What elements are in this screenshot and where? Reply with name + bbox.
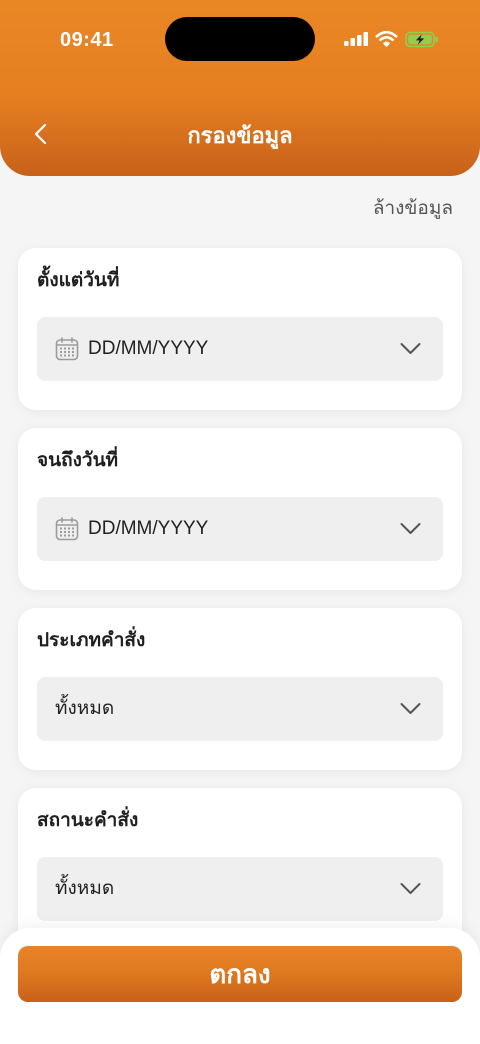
calendar-icon [55, 517, 79, 541]
chevron-down-icon [400, 703, 421, 714]
filter-card-order-status: สถานะคำสั่ง ทั้งหมด [18, 788, 462, 950]
calendar-icon [55, 337, 79, 361]
header: 09:41 กรองข้อมูล [0, 0, 480, 176]
end-date-field[interactable]: DD/MM/YYYY [37, 497, 443, 561]
cellular-signal-icon [344, 32, 368, 46]
status-time: 09:41 [60, 29, 114, 51]
order-type-label: ประเภทคำสั่ง [37, 630, 146, 651]
order-type-select[interactable]: ทั้งหมด [37, 677, 443, 741]
order-type-value: ทั้งหมด [55, 698, 115, 719]
start-date-field[interactable]: DD/MM/YYYY [37, 317, 443, 381]
wifi-icon [375, 30, 398, 47]
page-title: กรองข้อมูล [187, 123, 293, 148]
order-status-select[interactable]: ทั้งหมด [37, 857, 443, 921]
chevron-down-icon [400, 523, 421, 534]
order-status-label: สถานะคำสั่ง [37, 810, 139, 831]
clear-filters-button[interactable]: ล้างข้อมูล [373, 195, 453, 223]
chevron-down-icon [400, 343, 421, 354]
bottom-action-bar: ตกลง [0, 928, 480, 1044]
end-date-placeholder: DD/MM/YYYY [88, 518, 209, 539]
order-status-value: ทั้งหมด [55, 878, 115, 899]
start-date-label: ตั้งแต่วันที่ [37, 270, 120, 291]
confirm-button[interactable]: ตกลง [18, 946, 462, 1002]
dynamic-island [165, 17, 315, 61]
battery-charging-icon [405, 31, 438, 48]
chevron-down-icon [400, 883, 421, 894]
filter-card-end-date: จนถึงวันที่ DD/MM/YYYY [18, 428, 462, 590]
filter-card-start-date: ตั้งแต่วันที่ DD/MM/YYYY [18, 248, 462, 410]
start-date-placeholder: DD/MM/YYYY [88, 338, 209, 359]
filter-card-order-type: ประเภทคำสั่ง ทั้งหมด [18, 608, 462, 770]
end-date-label: จนถึงวันที่ [37, 450, 119, 471]
